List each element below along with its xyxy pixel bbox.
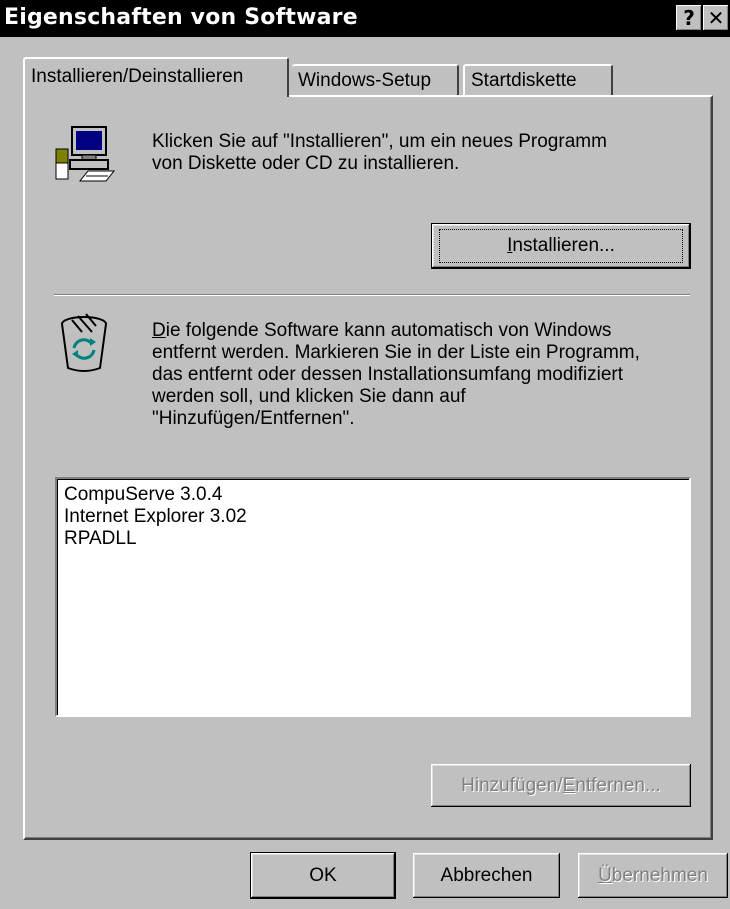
cancel-button[interactable]: Abbrechen <box>413 853 560 898</box>
uninstall-text-line5: "Hinzufügen/Entfernen". <box>152 408 355 429</box>
ok-label: OK <box>309 865 337 886</box>
tab-panel <box>23 95 713 840</box>
tab-label: Installieren/Deinstallieren <box>31 66 244 87</box>
apply-button[interactable]: Übernehmen <box>578 853 728 898</box>
apply-mnemonic: Ü <box>598 865 612 886</box>
tab-label: Windows-Setup <box>298 70 432 91</box>
tab-label: Startdiskette <box>471 70 577 91</box>
uninstall-text-line1: ie folgende Software kann automatisch vo… <box>165 320 612 341</box>
cancel-label: Abbrechen <box>440 865 533 886</box>
close-button[interactable]: ✕ <box>703 5 729 31</box>
install-instruction-line2: von Diskette oder CD zu installieren. <box>152 153 460 174</box>
list-item[interactable]: CompuServe 3.0.4 <box>58 484 689 506</box>
computer-install-icon <box>52 123 116 187</box>
program-list[interactable]: CompuServe 3.0.4 Internet Explorer 3.02 … <box>55 477 691 717</box>
install-button[interactable]: Installieren... <box>432 224 690 268</box>
add-remove-label: Hinzufügen/ <box>461 775 563 796</box>
add-remove-label-rest: ntfernen... <box>575 775 661 796</box>
tab-windows-setup[interactable]: Windows-Setup <box>292 64 459 97</box>
title-bar: Eigenschaften von Software ? ✕ <box>0 0 730 37</box>
add-remove-button[interactable]: Hinzufügen/Entfernen... <box>431 764 691 807</box>
separator <box>54 294 690 296</box>
uninstall-text-line3: das entfernt oder dessen Installationsum… <box>152 364 624 385</box>
recycle-bin-icon <box>52 312 116 376</box>
add-remove-mnemonic: E <box>562 775 576 796</box>
ok-button[interactable]: OK <box>251 853 395 898</box>
tab-installieren-deinstallieren[interactable]: Installieren/Deinstallieren <box>23 57 289 97</box>
uninstall-text-line2: entfernt werden. Markieren Sie in der Li… <box>152 342 640 363</box>
window-title: Eigenschaften von Software <box>4 5 358 30</box>
uninstall-text-mnemonic: D <box>152 320 166 341</box>
tab-startdiskette[interactable]: Startdiskette <box>463 64 613 97</box>
uninstall-text-line4: werden soll, und klicken Sie dann auf <box>152 386 466 407</box>
list-item[interactable]: RPADLL <box>58 528 689 550</box>
apply-label: bernehmen <box>611 865 708 886</box>
install-instruction-line1: Klicken Sie auf "Installieren", um ein n… <box>152 131 607 152</box>
help-button[interactable]: ? <box>676 5 702 31</box>
list-item[interactable]: Internet Explorer 3.02 <box>58 506 689 528</box>
close-icon: ✕ <box>707 6 725 30</box>
